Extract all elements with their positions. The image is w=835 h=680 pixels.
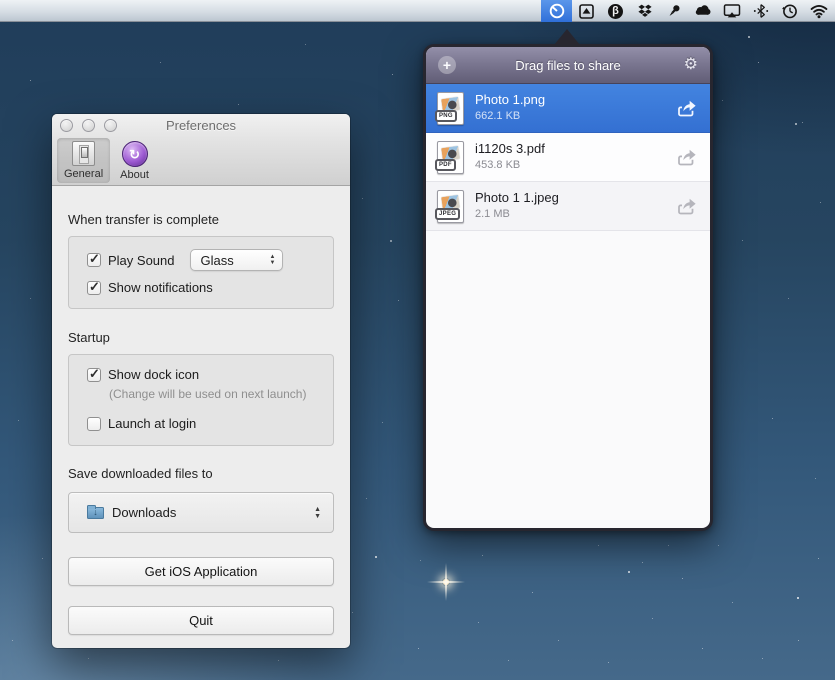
downloads-folder-icon: [87, 507, 104, 519]
file-list: PNG Photo 1.png 662.1 KB: [426, 84, 710, 528]
file-row-photo-1-png[interactable]: PNG Photo 1.png 662.1 KB: [426, 84, 710, 133]
wifi-menu-icon[interactable]: [804, 0, 833, 22]
tab-about[interactable]: About: [113, 138, 156, 184]
airplay-display-menu-icon[interactable]: [717, 0, 746, 22]
show-dock-icon-row: Show dock icon: [87, 367, 323, 382]
preferences-content: When transfer is complete Play Sound Gla…: [52, 212, 350, 635]
beta-icon: [608, 4, 623, 19]
preferences-toolbar: General About: [52, 136, 350, 184]
play-sound-label: Play Sound: [108, 253, 175, 268]
startup-group: Show dock icon (Change will be used on n…: [68, 354, 334, 446]
dock-change-note: (Change will be used on next launch): [109, 387, 323, 401]
file-size: 2.1 MB: [475, 208, 676, 220]
stepper-arrows-icon: [270, 254, 276, 266]
startup-heading: Startup: [68, 330, 334, 345]
quit-button[interactable]: Quit: [68, 606, 334, 635]
file-name: i1120s 3.pdf: [475, 142, 676, 157]
transfer-app-menu-icon[interactable]: [541, 0, 572, 22]
eject-box-menu-icon[interactable]: [572, 0, 601, 22]
minimize-button[interactable]: [82, 119, 95, 132]
preferences-window: Preferences General About When t: [52, 114, 350, 648]
file-type-badge: JPEG: [435, 208, 460, 220]
popover-title: Drag files to share: [456, 58, 680, 73]
file-row-i1120s-3-pdf[interactable]: PDF i1120s 3.pdf 453.8 KB: [426, 133, 710, 182]
file-size: 453.8 KB: [475, 159, 676, 171]
zoom-button[interactable]: [104, 119, 117, 132]
window-header: Preferences General About: [52, 114, 350, 186]
file-name: Photo 1.png: [475, 93, 676, 108]
get-ios-application-button[interactable]: Get iOS Application: [68, 557, 334, 586]
popover-header: Drag files to share: [426, 47, 710, 84]
file-type-badge: PDF: [435, 159, 456, 171]
show-notifications-checkbox[interactable]: [87, 281, 101, 295]
beta-menu-icon[interactable]: [601, 0, 630, 22]
tab-general[interactable]: General: [57, 138, 110, 183]
add-files-button[interactable]: [438, 56, 456, 74]
settings-gear-icon[interactable]: [680, 56, 698, 74]
desktop: Drag files to share PNG Photo 1.png 662.…: [0, 0, 835, 680]
close-button[interactable]: [60, 119, 73, 132]
play-sound-checkbox[interactable]: [87, 253, 101, 267]
traffic-lights: [60, 119, 117, 132]
flare-star: [442, 578, 450, 586]
launch-at-login-row: Launch at login: [87, 416, 323, 431]
cloud-menu-icon[interactable]: [688, 0, 717, 22]
transfer-complete-heading: When transfer is complete: [68, 212, 334, 227]
sound-select-value: Glass: [201, 253, 270, 268]
file-type-badge: PNG: [435, 110, 457, 122]
tab-label: General: [64, 168, 103, 180]
general-switch-icon: [72, 141, 95, 166]
menu-extras-tray: [541, 0, 833, 22]
download-folder-select[interactable]: Downloads: [68, 492, 334, 533]
bluetooth-menu-icon[interactable]: [746, 0, 775, 22]
transfer-complete-group: Play Sound Glass Show notifications: [68, 236, 334, 309]
file-size: 662.1 KB: [475, 110, 676, 122]
download-folder-value: Downloads: [112, 505, 314, 520]
share-icon[interactable]: [676, 147, 698, 167]
show-notifications-row: Show notifications: [87, 280, 323, 295]
share-icon[interactable]: [676, 196, 698, 216]
save-files-heading: Save downloaded files to: [68, 466, 334, 481]
popover-arrow: [554, 29, 580, 45]
jpeg-file-icon: JPEG: [437, 190, 464, 223]
share-popover: Drag files to share PNG Photo 1.png 662.…: [423, 44, 713, 531]
file-name: Photo 1 1.jpeg: [475, 191, 676, 206]
show-dock-icon-label: Show dock icon: [108, 367, 199, 382]
launch-at-login-label: Launch at login: [108, 416, 196, 431]
stepper-arrows-icon: [314, 506, 321, 520]
title-bar[interactable]: Preferences: [52, 114, 350, 136]
share-icon[interactable]: [676, 98, 698, 118]
play-sound-row: Play Sound Glass: [87, 249, 323, 271]
sound-select[interactable]: Glass: [190, 249, 283, 271]
show-dock-icon-checkbox[interactable]: [87, 368, 101, 382]
pdf-file-icon: PDF: [437, 141, 464, 174]
menu-bar: [0, 0, 835, 22]
show-notifications-label: Show notifications: [108, 280, 213, 295]
tab-label: About: [120, 169, 149, 181]
about-icon: [122, 141, 148, 167]
launch-at-login-checkbox[interactable]: [87, 417, 101, 431]
png-file-icon: PNG: [437, 92, 464, 125]
file-row-photo-1-1-jpeg[interactable]: JPEG Photo 1 1.jpeg 2.1 MB: [426, 182, 710, 231]
pushpin-menu-icon[interactable]: [659, 0, 688, 22]
dropbox-menu-icon[interactable]: [630, 0, 659, 22]
time-machine-menu-icon[interactable]: [775, 0, 804, 22]
